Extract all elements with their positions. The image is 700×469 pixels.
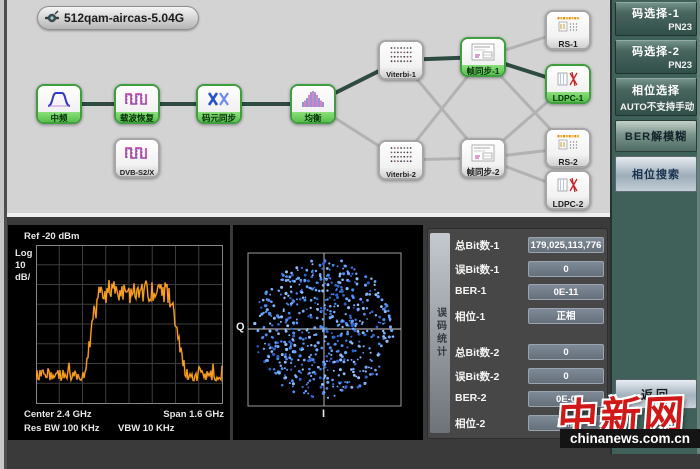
trellis-icon <box>380 42 422 68</box>
squarewave-icon <box>116 140 158 166</box>
satellite-icon <box>44 10 60 26</box>
spectrum-span: Span 1.6 GHz <box>163 409 224 420</box>
signal-config-button[interactable]: 512qam-aircas-5.04G <box>37 6 199 30</box>
framesync-icon <box>462 39 504 65</box>
node-label: 码元同步 <box>198 112 240 124</box>
spectrum-scale-unit: dB/ <box>15 272 30 283</box>
spectrum-center-freq: Center 2.4 GHz <box>24 409 92 420</box>
spectrum-plot <box>36 245 224 405</box>
trellis-icon <box>380 142 422 168</box>
status-value: 0 <box>528 344 604 360</box>
node-carrier-rec[interactable]: 载波恢复 <box>114 84 160 124</box>
button-label: 码选择-1 <box>620 5 692 21</box>
left-edge-strip <box>0 0 7 469</box>
status-label: 总Bit数-2 <box>455 345 527 360</box>
button-label: 相位选择 <box>620 82 692 98</box>
sidebar: 码选择-1PN23码选择-2PN23相位选择AUTO不支持手动BER解模糊相位搜… <box>610 0 700 454</box>
button-sublabel: AUTO不支持手动 <box>620 99 692 113</box>
node-label: LDPC-2 <box>547 198 589 210</box>
status-tab-label: 误码统计 <box>433 307 448 359</box>
bandpass-icon <box>38 86 80 112</box>
node-viterbi-1[interactable]: Viterbi-1 <box>378 40 424 80</box>
status-label: BER-1 <box>455 285 527 297</box>
status-label: 相位-2 <box>455 416 527 431</box>
sidebar-button-5[interactable]: 相位搜索 <box>615 156 697 192</box>
node-label: Viterbi-2 <box>380 168 422 180</box>
node-dvb-s2x[interactable]: DVB-S2/X <box>114 138 160 178</box>
status-value: 反相 <box>528 415 604 431</box>
sidebar-button-3[interactable]: 相位选择AUTO不支持手动 <box>615 78 697 116</box>
node-symbol-sync[interactable]: 码元同步 <box>196 84 242 124</box>
spectrum-ref-level: Ref -20 dBm <box>24 231 79 242</box>
status-label: 相位-1 <box>455 309 527 324</box>
node-label: DVB-S2/X <box>116 166 158 178</box>
back-button[interactable]: 返回 <box>615 379 697 409</box>
spectrum-log-label: Log <box>15 248 32 259</box>
i-axis-label: I <box>322 408 325 420</box>
status-value: 正相 <box>528 308 604 324</box>
node-label: Viterbi-1 <box>380 68 422 80</box>
node-ldpc-2[interactable]: LDPC-2 <box>545 170 591 210</box>
node-viterbi-2[interactable]: Viterbi-2 <box>378 140 424 180</box>
button-label: 码选择-2 <box>620 43 692 59</box>
node-ldpc-1[interactable]: LDPC-1 <box>545 64 591 104</box>
demodulator-app-window: 512qam-aircas-5.04G 中频 载波恢复 DVB-S2/X 码元同步 均衡… <box>0 0 700 469</box>
node-rs-1[interactable]: RS-1 <box>545 10 591 50</box>
ldpc-icon <box>547 172 589 198</box>
constellation-plot <box>246 251 404 409</box>
node-label: 帧同步-1 <box>462 65 504 77</box>
node-label: RS-2 <box>547 156 589 168</box>
button-label: BER解模糊 <box>620 128 692 144</box>
status-value: 0 <box>528 261 604 277</box>
status-label: BER-2 <box>455 392 527 404</box>
sidebar-button-2[interactable]: 码选择-2PN23 <box>615 40 697 74</box>
spectrum-scale-value: 10 <box>15 260 26 271</box>
eye-icon <box>198 86 240 112</box>
ldpc-icon <box>547 66 589 92</box>
button-sublabel: PN23 <box>620 22 692 33</box>
status-value: 0E-0 <box>528 391 604 407</box>
node-label: 中频 <box>38 112 80 124</box>
spectrum-vbw: VBW 10 KHz <box>118 423 174 434</box>
sidebar-button-1[interactable]: 码选择-1PN23 <box>615 2 697 36</box>
ber-status-panel: 误码统计 总Bit数-1179,025,113,776误Bit数-10BER-1… <box>427 228 608 439</box>
comb-icon <box>292 86 334 112</box>
button-sublabel: PN23 <box>620 60 692 71</box>
rs-icon <box>547 130 589 156</box>
status-label: 误Bit数-2 <box>455 369 527 384</box>
button-label: 相位搜索 <box>620 166 692 182</box>
node-label: 均衡 <box>292 112 334 124</box>
node-frame-sync-2[interactable]: 帧同步-2 <box>460 138 506 178</box>
framesync-icon <box>462 140 504 166</box>
node-label: 载波恢复 <box>116 112 158 124</box>
status-value: 0 <box>528 368 604 384</box>
status-label: 总Bit数-1 <box>455 238 527 253</box>
node-label: LDPC-1 <box>547 92 589 104</box>
status-label: 误Bit数-1 <box>455 262 527 277</box>
back-button-label: 返回 <box>641 386 671 403</box>
rs-icon <box>547 12 589 38</box>
status-value: 0E-11 <box>528 284 604 300</box>
node-label: RS-1 <box>547 38 589 50</box>
spectrum-panel: Ref -20 dBm Log 10 dB/ Center 2.4 GHz Sp… <box>8 225 230 440</box>
status-panel-tab: 误码统计 <box>430 233 450 433</box>
node-equalizer[interactable]: 均衡 <box>290 84 336 124</box>
sidebar-button-4[interactable]: BER解模糊 <box>615 120 697 152</box>
constellation-panel: Q I <box>233 225 423 440</box>
spectrum-rbw: Res BW 100 KHz <box>24 423 100 434</box>
q-axis-label: Q <box>236 321 245 333</box>
node-rs-2[interactable]: RS-2 <box>545 128 591 168</box>
block-diagram-panel: 512qam-aircas-5.04G 中频 载波恢复 DVB-S2/X 码元同步 均衡… <box>7 0 610 217</box>
squarewave-icon <box>116 86 158 112</box>
node-label: 帧同步-2 <box>462 166 504 178</box>
node-frame-sync-1[interactable]: 帧同步-1 <box>460 37 506 77</box>
signal-config-label: 512qam-aircas-5.04G <box>64 11 184 25</box>
node-if[interactable]: 中频 <box>36 84 82 124</box>
status-value: 179,025,113,776 <box>528 237 604 253</box>
